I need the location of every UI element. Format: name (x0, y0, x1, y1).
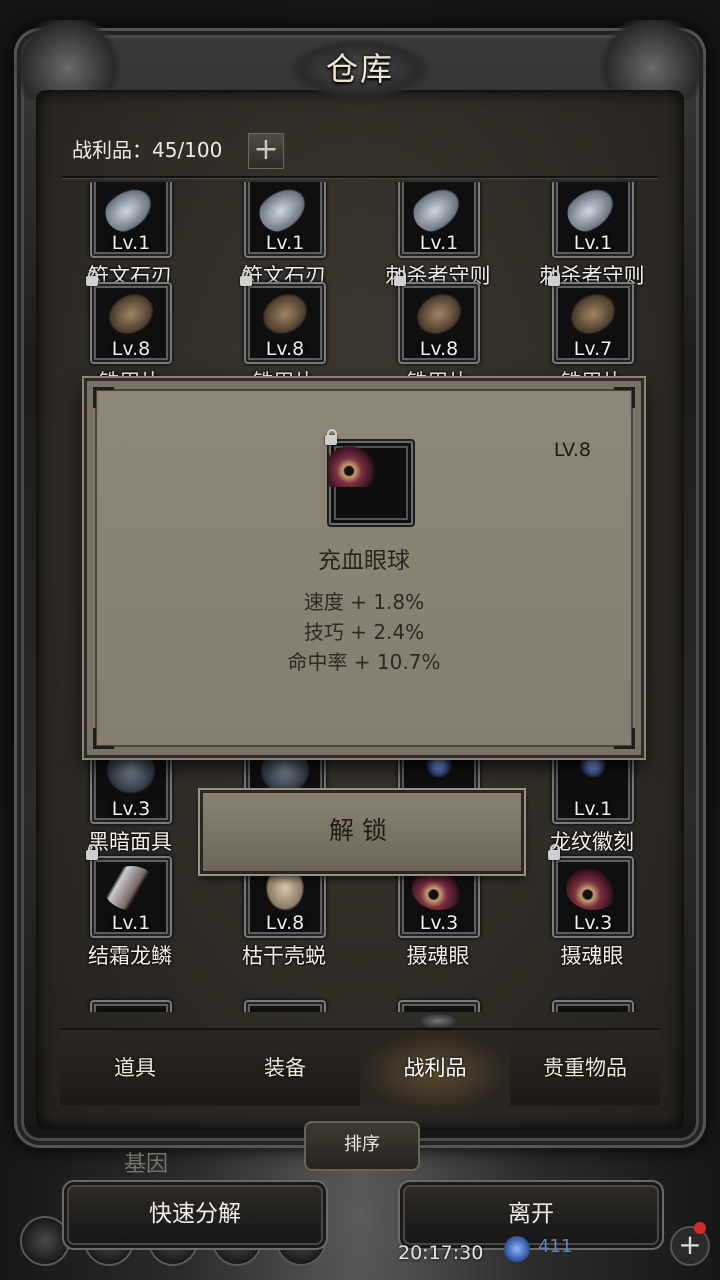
item-slot[interactable]: Lv.3 (548, 844, 634, 938)
frost-item-icon (104, 866, 158, 910)
stat-hit-rate: 命中率 + 10.7% (287, 650, 441, 674)
quick-decompose-button[interactable]: 快速分解 (62, 1180, 328, 1250)
item-slot[interactable] (398, 1000, 480, 1012)
header-divider (62, 176, 658, 178)
item-slot[interactable]: Lv.7 (548, 270, 634, 364)
sort-button[interactable]: 排序 (304, 1121, 420, 1171)
lock-icon (548, 844, 560, 860)
scale-item-icon (250, 281, 320, 347)
gem-count: 411 (538, 1236, 573, 1257)
inventory-item[interactable]: Lv.8 枯干壳蜕 (214, 844, 354, 976)
stat-speed: 速度 + 1.8% (303, 590, 425, 614)
item-slot[interactable] (90, 1000, 172, 1012)
item-name: 充血眼球 (318, 548, 410, 574)
item-level: Lv.8 (265, 912, 305, 934)
bloodshot-eyeball-icon (329, 441, 379, 487)
item-name: 枯干壳蜕 (242, 944, 326, 968)
hud-background-label: 基因 (124, 1152, 169, 1177)
expand-capacity-button[interactable]: + (248, 133, 284, 169)
corner-ornament-icon (93, 387, 114, 408)
lock-icon (394, 270, 406, 286)
lock-icon (548, 270, 560, 286)
item-slot[interactable]: Lv.1 (90, 182, 172, 258)
item-slot[interactable]: Lv.1 (244, 182, 326, 258)
item-level: Lv.8 (111, 338, 151, 360)
item-slot[interactable] (244, 1000, 326, 1012)
item-level: LV.8 (553, 439, 591, 461)
rune-item-icon (566, 752, 620, 796)
tab-indicator-icon (420, 1014, 456, 1028)
lock-icon (325, 429, 337, 445)
lock-icon (86, 270, 98, 286)
item-slot[interactable]: Lv.1 (552, 182, 634, 258)
inventory-item[interactable]: Lv.3 摄魂眼 (368, 844, 508, 976)
gem-icon (504, 1236, 530, 1262)
item-slot[interactable]: Lv.8 (394, 270, 480, 364)
eye-item-icon (566, 866, 620, 910)
scale-item-icon (558, 281, 628, 347)
inventory-item[interactable]: Lv.1 符文石刃 (60, 182, 200, 296)
inventory-item[interactable]: Lv.1 刺杀者守则 (368, 182, 508, 296)
stat-skill: 技巧 + 2.4% (303, 620, 425, 644)
scale-item-icon (96, 281, 166, 347)
item-level: Lv.1 (265, 232, 305, 254)
scale-item-icon (404, 281, 474, 347)
item-name: 黑暗面具 (88, 830, 172, 854)
item-level: Lv.3 (419, 912, 459, 934)
inventory-item[interactable]: Lv.1 结霜龙鳞 (60, 844, 200, 976)
corner-ornament-icon (614, 387, 635, 408)
item-level: Lv.1 (111, 912, 151, 934)
item-slot[interactable]: Lv.1 (86, 844, 172, 938)
notification-dot-icon (694, 1222, 706, 1234)
clock-time: 20:17:30 (398, 1242, 484, 1264)
tab-0[interactable]: 道具 (60, 1030, 210, 1106)
tab-2[interactable]: 战利品 (360, 1030, 510, 1106)
item-level: Lv.8 (265, 338, 305, 360)
loot-capacity: 战利品：45/100 (72, 138, 223, 162)
item-slot[interactable]: Lv.8 (86, 270, 172, 364)
item-slot[interactable]: Lv.8 (240, 270, 326, 364)
item-name: 龙纹徽刻 (550, 830, 634, 854)
item-detail-popup: LV.8 充血眼球 速度 + 1.8% 技巧 + 2.4% 命中率 + 10.7… (84, 378, 644, 758)
popup-body: LV.8 充血眼球 速度 + 1.8% 技巧 + 2.4% 命中率 + 10.7… (93, 387, 635, 749)
leave-button[interactable]: 离开 (398, 1180, 664, 1250)
unlock-button[interactable]: 解锁 (200, 790, 524, 874)
tab-1[interactable]: 装备 (210, 1030, 360, 1106)
item-slot[interactable]: Lv.1 (398, 182, 480, 258)
tab-3[interactable]: 贵重物品 (510, 1030, 660, 1106)
lock-icon (240, 270, 252, 286)
inventory-item[interactable]: Lv.1 刺杀者守则 (522, 182, 660, 296)
inventory-item[interactable]: Lv.3 摄魂眼 (522, 844, 660, 976)
item-name: 摄魂眼 (406, 944, 470, 968)
lock-icon (86, 844, 98, 860)
item-level: Lv.3 (573, 912, 613, 934)
page-title: 仓库 (290, 40, 430, 98)
item-level: Lv.3 (111, 798, 151, 820)
item-level: Lv.1 (573, 798, 613, 820)
inventory-item[interactable]: Lv.1 符文石刃 (214, 182, 354, 296)
corner-ornament-icon (93, 728, 114, 749)
item-slot[interactable] (552, 1000, 634, 1012)
item-level: Lv.8 (419, 338, 459, 360)
item-icon-slot (325, 429, 415, 527)
mask-item-icon (104, 752, 158, 796)
item-stats: 速度 + 1.8% 技巧 + 2.4% 命中率 + 10.7% (97, 587, 631, 677)
category-tabs: 道具 装备 战利品 贵重物品 (60, 1028, 660, 1106)
item-level: Lv.1 (419, 232, 459, 254)
corner-ornament-icon (614, 728, 635, 749)
item-level: Lv.7 (573, 338, 613, 360)
item-name: 摄魂眼 (560, 944, 624, 968)
inventory-item[interactable]: Lv.1 龙纹徽刻 (522, 742, 660, 862)
item-name: 结霜龙鳞 (88, 944, 172, 968)
item-level: Lv.1 (111, 232, 151, 254)
inventory-item[interactable]: Lv.3 黑暗面具 (60, 742, 200, 862)
item-level: Lv.1 (573, 232, 613, 254)
